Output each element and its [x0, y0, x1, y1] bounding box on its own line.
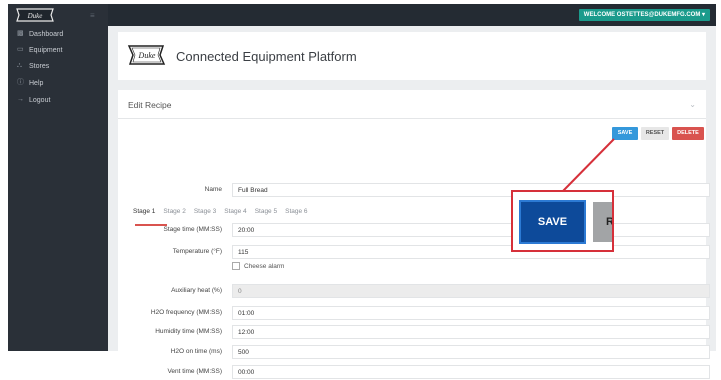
zoomed-reset-button[interactable]: R	[593, 202, 612, 242]
tab-stage-3[interactable]: Stage 3	[194, 208, 216, 220]
zoomed-save-button[interactable]: SAVE	[521, 202, 584, 242]
reset-button[interactable]: RESET	[641, 127, 669, 140]
equipment-icon: ▭	[17, 46, 24, 53]
auxiliary-heat-field: 0	[232, 284, 710, 298]
temperature-field[interactable]: 115	[232, 245, 710, 259]
temperature-label: Temperature (°F)	[172, 248, 222, 255]
h2o-frequency-label: H2O frequency (MM:SS)	[150, 309, 222, 316]
sidebar-item-equipment[interactable]: ▭ Equipment	[17, 44, 62, 56]
user-menu-button[interactable]: WELCOME OSTETTES@DUKEMFG.COM ▾	[578, 9, 710, 21]
vent-time-field[interactable]: 00:00	[232, 365, 710, 379]
sidebar-item-label: Dashboard	[29, 30, 64, 38]
header-card: Duke Connected Equipment Platform	[118, 32, 706, 80]
section-title: Edit Recipe	[128, 100, 172, 110]
cheese-alarm-label: Cheese alarm	[244, 262, 285, 270]
app-frame: Duke ≡ ▩ Dashboard ▭ Equipment ⛬ Stores …	[0, 0, 721, 379]
menu-toggle-icon[interactable]: ≡	[90, 11, 95, 20]
tab-stage-6[interactable]: Stage 6	[285, 208, 307, 220]
dashboard-icon: ▩	[17, 30, 24, 37]
duke-logo-icon: Duke	[127, 45, 166, 65]
zoom-callout: SAVE R	[511, 190, 614, 252]
tab-stage-2[interactable]: Stage 2	[163, 208, 185, 220]
sidebar-item-label: Equipment	[29, 46, 63, 54]
vent-time-label: Vent time (MM:SS)	[167, 368, 222, 375]
delete-button[interactable]: DELETE	[672, 127, 704, 140]
logout-icon: →	[17, 96, 24, 103]
sidebar: Duke ≡ ▩ Dashboard ▭ Equipment ⛬ Stores …	[8, 4, 108, 351]
stores-icon: ⛬	[17, 62, 22, 69]
h2o-frequency-field[interactable]: 01:00	[232, 306, 710, 320]
svg-text:Duke: Duke	[27, 12, 43, 20]
save-button[interactable]: SAVE	[612, 127, 638, 140]
h2o-on-time-field[interactable]: 500	[232, 345, 710, 359]
auxiliary-heat-label: Auxiliary heat (%)	[171, 287, 222, 294]
tab-stage-5[interactable]: Stage 5	[255, 208, 277, 220]
sidebar-item-dashboard[interactable]: ▩ Dashboard	[17, 28, 63, 40]
stage-time-field[interactable]: 20:00	[232, 223, 710, 237]
humidity-time-field[interactable]: 12:00	[232, 325, 710, 339]
tab-stage-1[interactable]: Stage 1	[133, 208, 155, 220]
name-label: Name	[204, 186, 222, 193]
stage-time-label: Stage time (MM:SS)	[163, 226, 222, 233]
checkbox-icon[interactable]	[232, 262, 240, 270]
cheese-alarm-checkbox[interactable]: Cheese alarm	[232, 262, 284, 270]
top-bar: WELCOME OSTETTES@DUKEMFG.COM ▾	[108, 4, 716, 26]
main-content: Duke Connected Equipment Platform Edit R…	[108, 26, 716, 379]
stage-tabs: Stage 1 Stage 2 Stage 3 Stage 4 Stage 5 …	[133, 208, 316, 220]
humidity-time-label: Humidity time (MM:SS)	[155, 328, 222, 335]
sidebar-item-stores[interactable]: ⛬ Stores	[17, 60, 49, 72]
sidebar-item-label: Logout	[29, 96, 51, 104]
chevron-down-icon[interactable]: ⌄	[689, 100, 696, 109]
divider	[118, 118, 706, 119]
tab-stage-4[interactable]: Stage 4	[224, 208, 246, 220]
svg-text:Duke: Duke	[138, 51, 156, 60]
sidebar-item-logout[interactable]: → Logout	[17, 94, 50, 106]
sidebar-item-label: Help	[29, 79, 44, 87]
page-title: Connected Equipment Platform	[176, 49, 357, 64]
h2o-on-time-label: H2O on time (ms)	[170, 348, 222, 355]
edit-recipe-card: Edit Recipe ⌄ SAVE RESET DELETE Name Ful…	[118, 90, 710, 379]
sidebar-item-label: Stores	[29, 62, 50, 70]
sidebar-item-help[interactable]: ⓘ Help	[17, 77, 43, 89]
duke-logo-icon[interactable]: Duke	[13, 7, 57, 23]
help-icon: ⓘ	[17, 79, 24, 86]
name-field[interactable]: Full Bread	[232, 183, 710, 197]
